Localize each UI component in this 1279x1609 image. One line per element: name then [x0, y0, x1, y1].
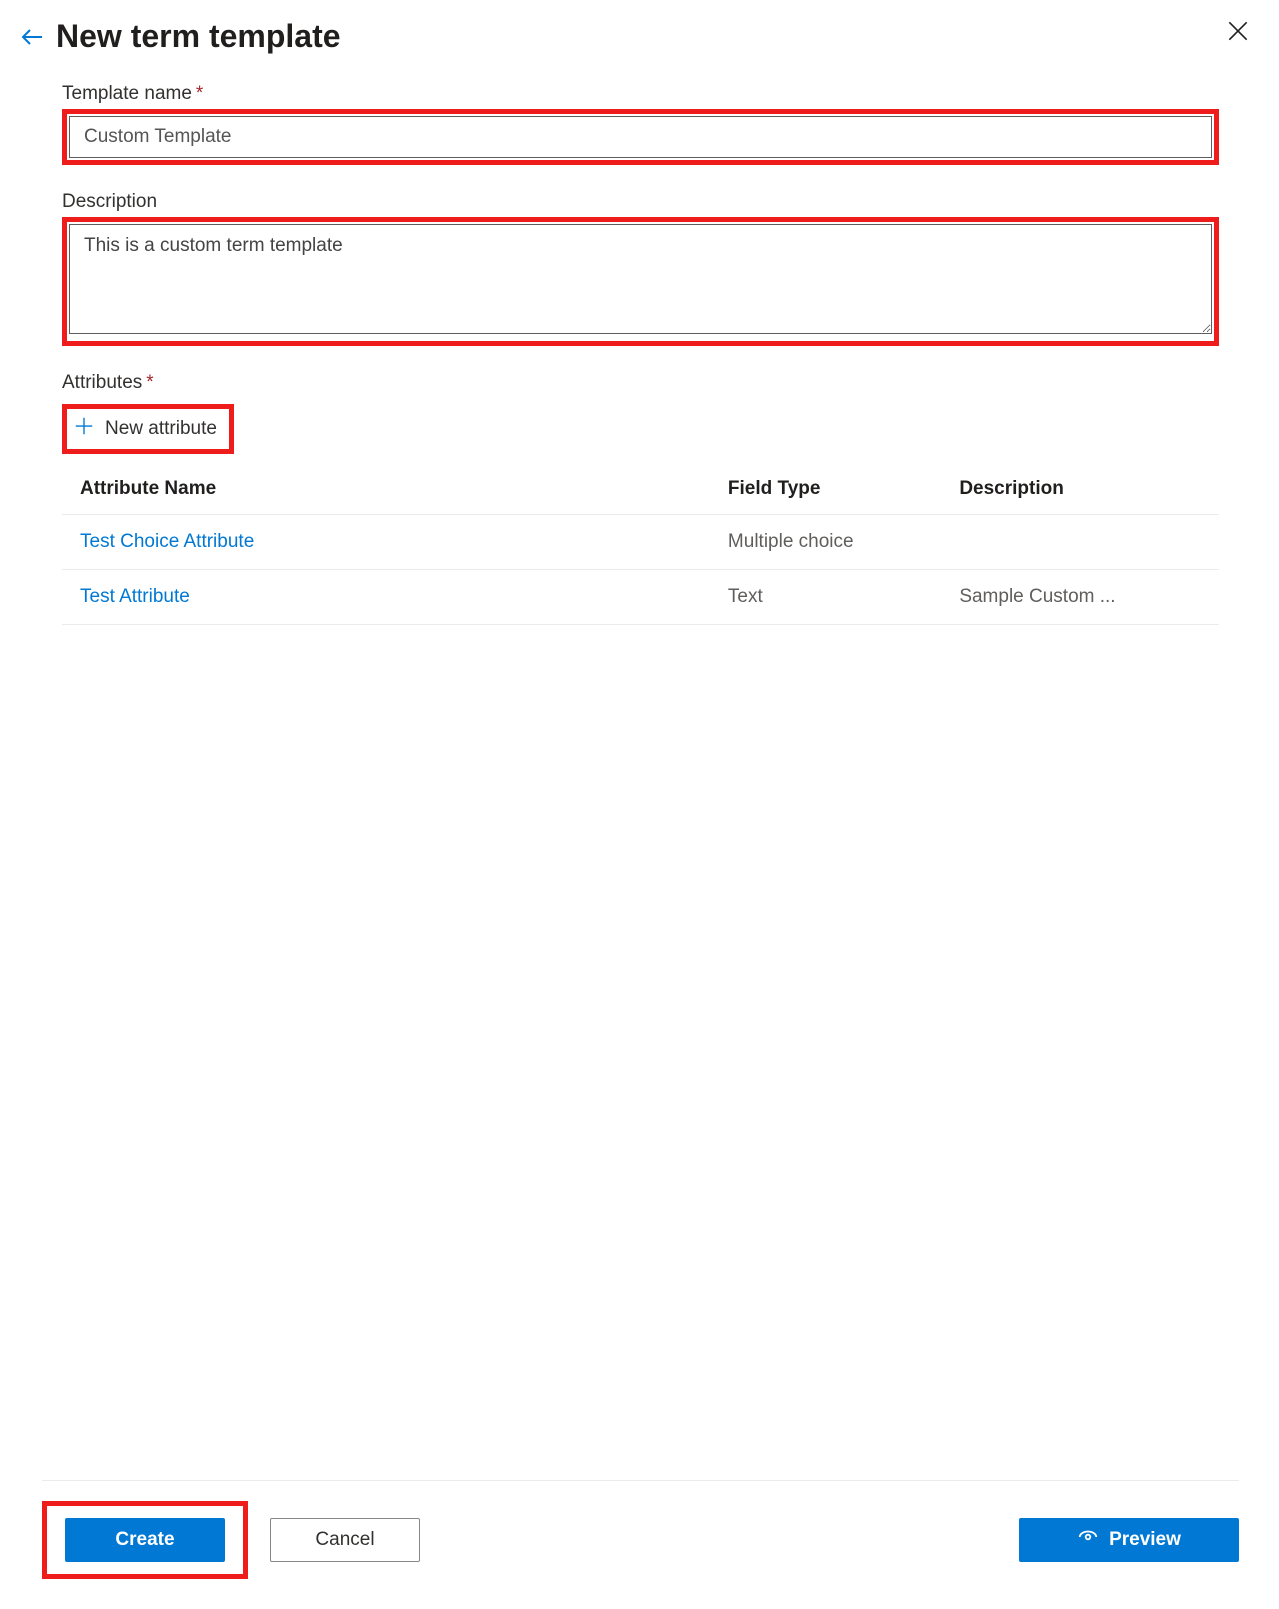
new-attribute-label: New attribute	[105, 418, 217, 440]
plus-icon	[73, 415, 95, 443]
new-attribute-button[interactable]: New attribute	[73, 415, 217, 443]
attributes-label: Attributes*	[62, 372, 1219, 394]
description-label: Description	[62, 191, 1219, 213]
create-button[interactable]: Create	[65, 1518, 225, 1562]
col-header-name[interactable]: Attribute Name	[62, 464, 710, 515]
attribute-name-link[interactable]: Test Choice Attribute	[80, 531, 254, 552]
create-highlight: Create	[42, 1501, 248, 1579]
cancel-button[interactable]: Cancel	[270, 1518, 420, 1562]
description-highlight: This is a custom term template	[62, 217, 1219, 346]
template-name-input[interactable]	[69, 116, 1212, 158]
preview-button[interactable]: Preview	[1019, 1518, 1239, 1562]
table-row: Test Attribute Text Sample Custom ...	[62, 570, 1219, 625]
col-header-desc[interactable]: Description	[941, 464, 1219, 515]
attribute-type: Multiple choice	[710, 515, 941, 570]
required-asterisk-icon: *	[146, 372, 153, 393]
new-attribute-highlight: New attribute	[62, 404, 234, 454]
table-row: Test Choice Attribute Multiple choice	[62, 515, 1219, 570]
attribute-type: Text	[710, 570, 941, 625]
description-input[interactable]: This is a custom term template	[69, 224, 1212, 334]
attribute-desc: Sample Custom ...	[941, 570, 1219, 625]
attribute-name-link[interactable]: Test Attribute	[80, 586, 190, 607]
col-header-type[interactable]: Field Type	[710, 464, 941, 515]
footer-bar: Create Cancel Preview	[42, 1480, 1239, 1579]
required-asterisk-icon: *	[196, 83, 203, 104]
preview-icon	[1077, 1526, 1099, 1554]
attribute-desc	[941, 515, 1219, 570]
back-arrow-icon[interactable]	[20, 25, 44, 49]
panel-title: New term template	[56, 18, 341, 55]
template-name-label: Template name*	[62, 83, 1219, 105]
preview-label: Preview	[1109, 1529, 1181, 1551]
panel-header: New term template	[20, 18, 1259, 55]
close-icon[interactable]	[1225, 18, 1251, 49]
template-name-highlight	[62, 109, 1219, 165]
attributes-table: Attribute Name Field Type Description Te…	[62, 464, 1219, 625]
